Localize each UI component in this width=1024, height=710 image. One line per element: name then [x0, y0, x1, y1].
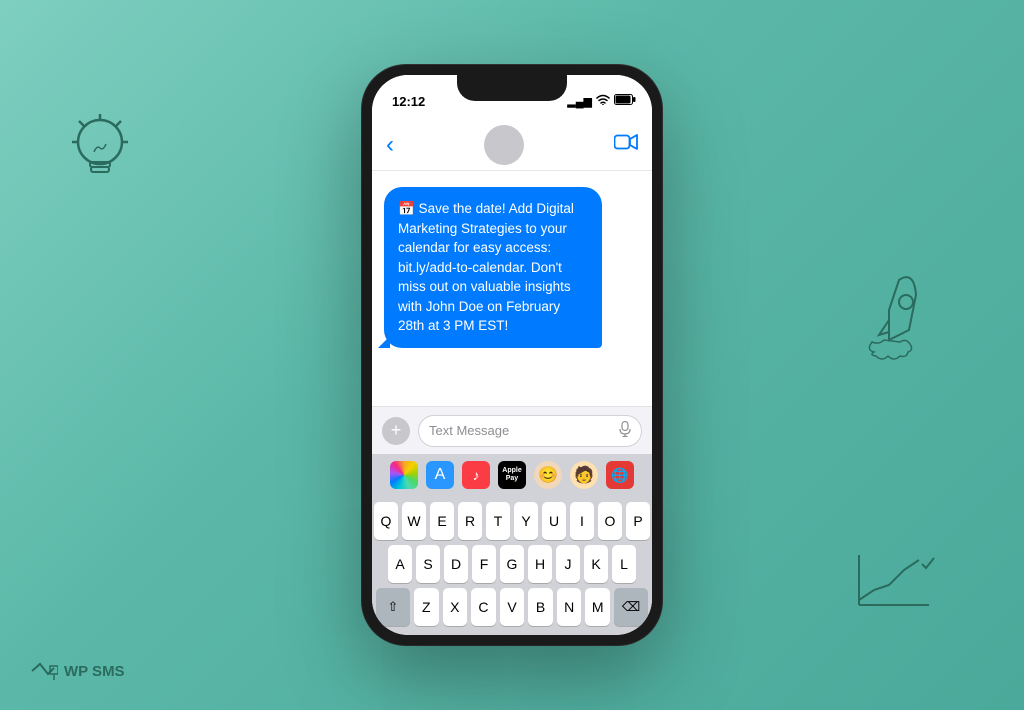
key-i[interactable]: I: [570, 502, 594, 540]
signal-icon: ▂▄▆: [567, 95, 592, 108]
key-u[interactable]: U: [542, 502, 566, 540]
key-d[interactable]: D: [444, 545, 468, 583]
appstore-icon[interactable]: A: [426, 461, 454, 489]
chart-decoration: [854, 550, 934, 610]
key-h[interactable]: H: [528, 545, 552, 583]
key-w[interactable]: W: [402, 502, 426, 540]
wifi-icon: [596, 94, 610, 108]
plus-button[interactable]: +: [382, 417, 410, 445]
messages-area: 📅 Save the date! Add Digital Marketing S…: [372, 171, 652, 406]
header-bar: ‹: [372, 119, 652, 171]
key-x[interactable]: X: [443, 588, 468, 626]
music-icon[interactable]: ♪: [462, 461, 490, 489]
rocket-decoration: [844, 260, 934, 370]
key-c[interactable]: C: [471, 588, 496, 626]
back-button[interactable]: ‹: [386, 133, 394, 157]
phone-frame: 12:12 ▂▄▆: [362, 65, 662, 645]
status-icons: ▂▄▆: [567, 94, 636, 108]
keyboard-row-1: Q W E R T Y U I O P: [376, 502, 648, 540]
bulb-decoration: [60, 110, 140, 190]
battery-icon: [614, 94, 636, 108]
input-bar: + Text Message: [372, 406, 652, 454]
app-strip: A ♪ ApplePay 😊 🧑 🌐: [372, 454, 652, 496]
key-e[interactable]: E: [430, 502, 454, 540]
message-input[interactable]: Text Message: [418, 415, 642, 447]
key-r[interactable]: R: [458, 502, 482, 540]
key-a[interactable]: A: [388, 545, 412, 583]
phone-screen: 12:12 ▂▄▆: [372, 75, 652, 635]
key-v[interactable]: V: [500, 588, 525, 626]
key-f[interactable]: F: [472, 545, 496, 583]
key-s[interactable]: S: [416, 545, 440, 583]
keyboard-row-3: ⇧ Z X C V B N M ⌫: [376, 588, 648, 626]
photos-app-icon[interactable]: [390, 461, 418, 489]
key-backspace[interactable]: ⌫: [614, 588, 648, 626]
applepay-icon[interactable]: ApplePay: [498, 461, 526, 489]
key-k[interactable]: K: [584, 545, 608, 583]
input-placeholder: Text Message: [429, 423, 509, 438]
brand-name: WP SMS: [64, 663, 125, 680]
key-q[interactable]: Q: [374, 502, 398, 540]
memoji1-icon[interactable]: 😊: [534, 461, 562, 489]
key-l[interactable]: L: [612, 545, 636, 583]
keyboard: Q W E R T Y U I O P A S D F G: [372, 496, 652, 635]
memoji2-icon[interactable]: 🧑: [570, 461, 598, 489]
key-shift[interactable]: ⇧: [376, 588, 410, 626]
contact-avatar: [484, 125, 524, 165]
key-m[interactable]: M: [585, 588, 610, 626]
key-t[interactable]: T: [486, 502, 510, 540]
key-y[interactable]: Y: [514, 502, 538, 540]
key-b[interactable]: B: [528, 588, 553, 626]
status-time: 12:12: [388, 94, 425, 109]
phone-notch: [457, 75, 567, 101]
globe-icon[interactable]: 🌐: [606, 461, 634, 489]
video-call-button[interactable]: [614, 133, 638, 157]
brand-logo: WP SMS: [30, 662, 125, 680]
phone-mockup: 12:12 ▂▄▆: [362, 65, 662, 645]
key-p[interactable]: P: [626, 502, 650, 540]
key-z[interactable]: Z: [414, 588, 439, 626]
key-g[interactable]: G: [500, 545, 524, 583]
message-text: 📅 Save the date! Add Digital Marketing S…: [398, 201, 574, 333]
key-o[interactable]: O: [598, 502, 622, 540]
message-bubble: 📅 Save the date! Add Digital Marketing S…: [384, 187, 602, 348]
mic-icon: [619, 421, 631, 440]
key-n[interactable]: N: [557, 588, 582, 626]
key-j[interactable]: J: [556, 545, 580, 583]
keyboard-row-2: A S D F G H J K L: [376, 545, 648, 583]
